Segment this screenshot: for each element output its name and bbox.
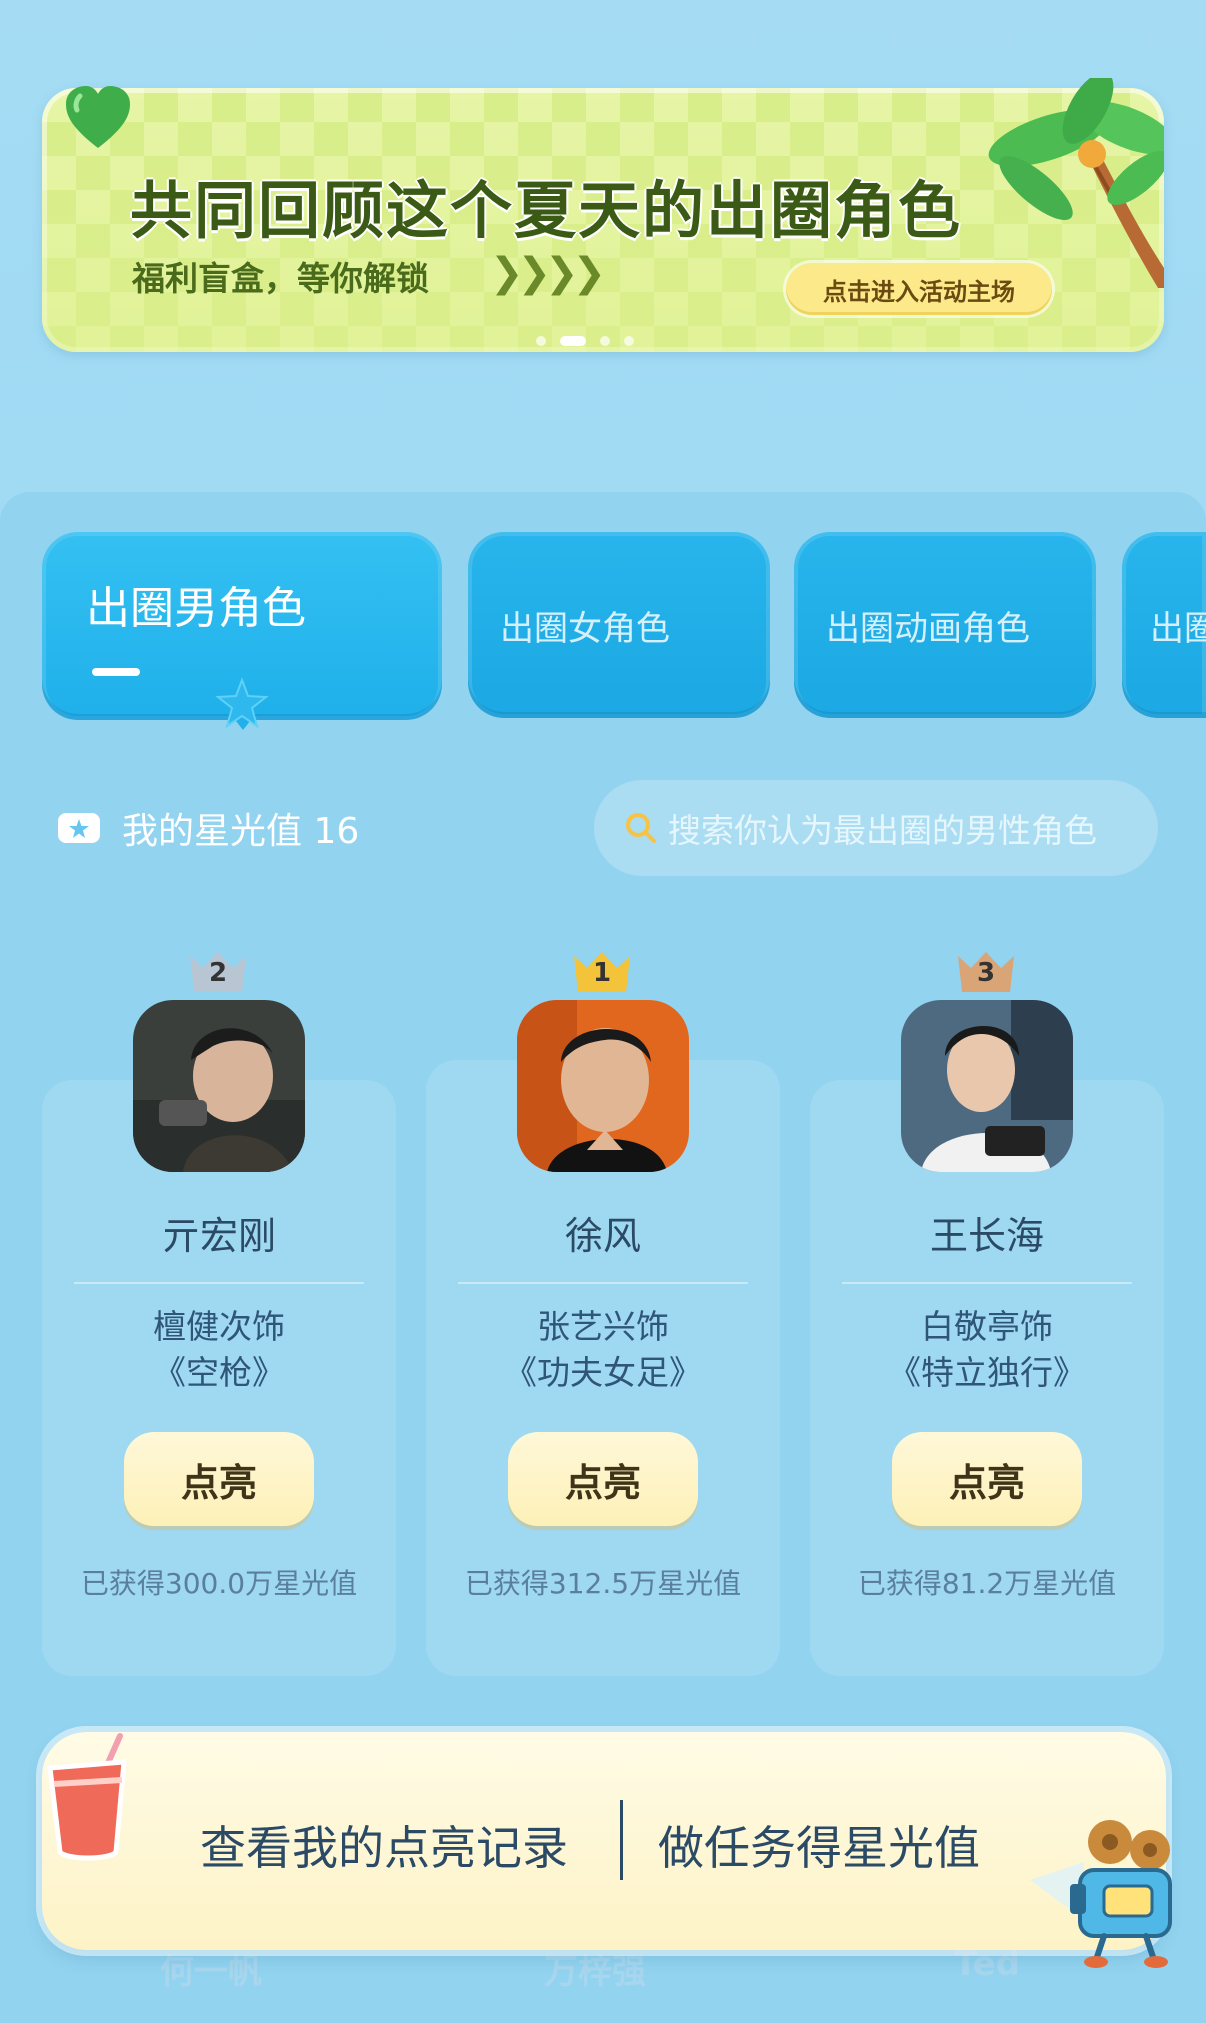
page-dot — [624, 336, 634, 346]
gold-crown-icon: 1 — [572, 948, 632, 994]
page-dot — [600, 336, 610, 346]
character-name: 亓宏刚 — [161, 1214, 276, 1258]
drink-cup-icon — [47, 1733, 127, 1861]
star-decoration-icon — [215, 677, 269, 729]
light-up-button[interactable]: 点亮 — [508, 1432, 698, 1526]
actor-name: 张艺兴饰 — [537, 1307, 669, 1346]
bronze-crown-icon: 3 — [956, 948, 1016, 994]
actor-name: 檀健次饰 — [153, 1307, 285, 1346]
card-divider — [74, 1282, 364, 1284]
avatar[interactable] — [517, 1000, 689, 1172]
list-item: 何一帆 — [160, 1952, 262, 1992]
work-title: 《功夫女足》 — [504, 1353, 702, 1392]
banner-subtitle: 福利盲盒，等你解锁 — [132, 259, 429, 298]
banner-arrows: ❯❯❯❯ — [490, 250, 606, 296]
palm-tree-icon — [988, 78, 1164, 288]
light-up-button[interactable]: 点亮 — [892, 1432, 1082, 1526]
character-name: 徐风 — [564, 1214, 641, 1258]
tab-more[interactable]: 出圈 — [1122, 532, 1206, 718]
work-title: 《空枪》 — [153, 1353, 285, 1392]
list-item: Ted — [954, 1944, 1021, 1984]
tab-female-characters[interactable]: 出圈女角色 — [468, 532, 770, 718]
search-input[interactable]: 搜索你认为最出圈的男性角色 — [594, 780, 1158, 876]
character-name: 王长海 — [929, 1214, 1044, 1258]
avatar[interactable] — [901, 1000, 1073, 1172]
my-star-value: 我的星光值 16 — [56, 802, 359, 854]
rank-number: 1 — [592, 958, 612, 988]
star-stat: 已获得312.5万星光值 — [464, 1567, 742, 1600]
avatar[interactable] — [133, 1000, 305, 1172]
silver-crown-icon: 2 — [188, 948, 248, 994]
rank-number: 2 — [208, 958, 228, 988]
card-divider — [842, 1282, 1132, 1284]
heart-icon — [66, 86, 130, 148]
do-tasks-button[interactable]: 做任务得星光值 — [658, 1812, 980, 1878]
card-divider — [458, 1282, 748, 1284]
light-up-button[interactable]: 点亮 — [124, 1432, 314, 1526]
banner-page-indicator — [536, 336, 634, 346]
rank-number: 3 — [976, 958, 996, 988]
active-tab-underline — [92, 668, 140, 676]
page-dot-active — [560, 336, 586, 346]
movie-camera-icon — [1030, 1820, 1172, 1968]
star-value-text: 我的星光值 16 — [122, 811, 360, 852]
bottom-bar-separator — [620, 1800, 623, 1880]
page-dot — [536, 336, 546, 346]
tab-label: 出圈男角色 — [86, 583, 306, 634]
actor-name: 白敬亭饰 — [921, 1307, 1053, 1346]
tab-animation-characters[interactable]: 出圈动画角色 — [794, 532, 1096, 718]
banner-title: 共同回顾这个夏天的出圈角色 — [130, 174, 963, 247]
tab-label: 出圈 — [1150, 608, 1206, 649]
star-ticket-icon — [58, 813, 100, 843]
tab-label: 出圈动画角色 — [826, 608, 1030, 649]
work-title: 《特立独行》 — [888, 1353, 1086, 1392]
view-light-records-button[interactable]: 查看我的点亮记录 — [200, 1812, 568, 1878]
star-stat: 已获得300.0万星光值 — [80, 1567, 358, 1600]
list-item: 万梓强 — [544, 1952, 646, 1992]
star-stat: 已获得81.2万星光值 — [857, 1567, 1117, 1600]
tab-label: 出圈女角色 — [500, 608, 670, 649]
search-placeholder: 搜索你认为最出圈的男性角色 — [668, 811, 1097, 850]
search-icon — [626, 813, 656, 843]
